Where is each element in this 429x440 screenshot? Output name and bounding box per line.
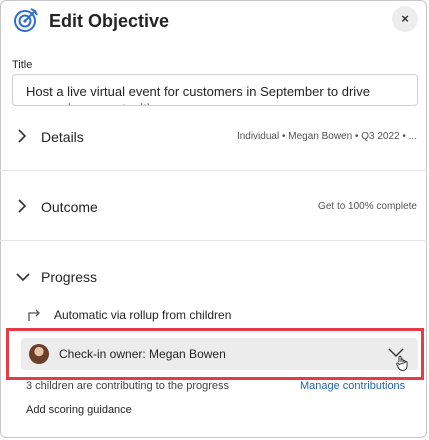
panel-header: Edit Objective <box>12 6 418 36</box>
details-section-header[interactable]: Details Individual • Megan Bowen • Q3 20… <box>0 117 427 157</box>
chevron-down-icon <box>16 273 30 282</box>
rollup-arrow-icon <box>28 309 40 321</box>
page-title: Edit Objective <box>49 11 170 31</box>
section-divider <box>0 240 427 241</box>
progress-section-header[interactable]: Progress <box>0 257 427 297</box>
details-label: Details <box>41 129 84 145</box>
chevron-right-icon <box>18 129 27 143</box>
section-divider <box>0 170 427 171</box>
outcome-label: Outcome <box>41 199 98 215</box>
close-button[interactable]: × <box>392 6 418 32</box>
outcome-section-header[interactable]: Outcome Get to 100% complete <box>0 187 427 227</box>
add-scoring-guidance-link[interactable]: Add scoring guidance <box>26 404 132 416</box>
checkin-owner-dropdown[interactable]: Check-in owner: Megan Bowen <box>21 338 418 370</box>
details-summary: Individual • Megan Bowen • Q3 2022 • ... <box>236 131 417 142</box>
rollup-text: Automatic via rollup from children <box>54 308 232 322</box>
checkin-owner-label: Check-in owner: Megan Bowen <box>59 347 226 361</box>
chevron-right-icon <box>18 199 27 213</box>
hand-cursor-icon <box>396 355 408 371</box>
title-field-label: Title <box>12 59 33 71</box>
outcome-summary: Get to 100% complete <box>318 201 417 212</box>
progress-label: Progress <box>41 269 98 285</box>
children-contributing-text: 3 children are contributing to the progr… <box>26 380 230 392</box>
objective-target-icon <box>14 8 38 32</box>
rollup-method: Automatic via rollup from children <box>26 305 406 325</box>
title-input-value: Host a live virtual event for customers … <box>26 84 370 105</box>
title-input[interactable]: Host a live virtual event for customers … <box>12 74 418 106</box>
manage-contributions-link[interactable]: Manage contributions <box>300 380 405 392</box>
close-icon: × <box>401 11 409 26</box>
avatar <box>29 344 49 364</box>
